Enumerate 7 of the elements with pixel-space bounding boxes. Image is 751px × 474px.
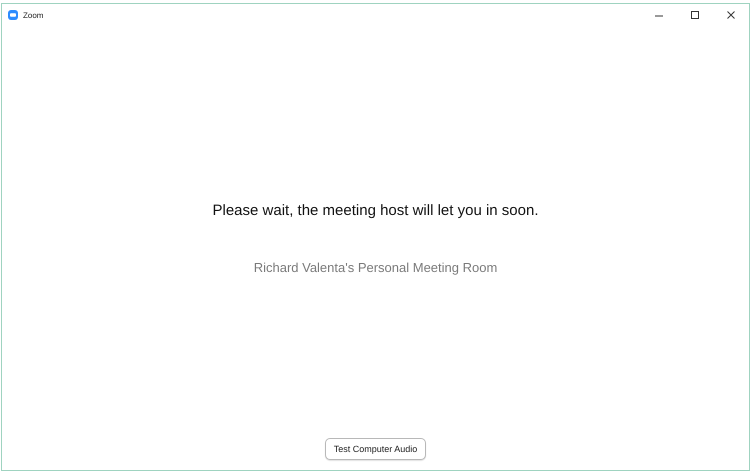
logo-icon	[8, 10, 18, 20]
meeting-room-name: Richard Valenta's Personal Meeting Room	[254, 260, 498, 275]
window-title: Zoom	[23, 10, 44, 20]
maximize-icon	[690, 10, 700, 20]
test-audio-button[interactable]: Test Computer Audio	[324, 438, 426, 460]
waiting-message: Please wait, the meeting host will let you in soon.	[212, 202, 538, 219]
close-icon	[726, 10, 736, 20]
